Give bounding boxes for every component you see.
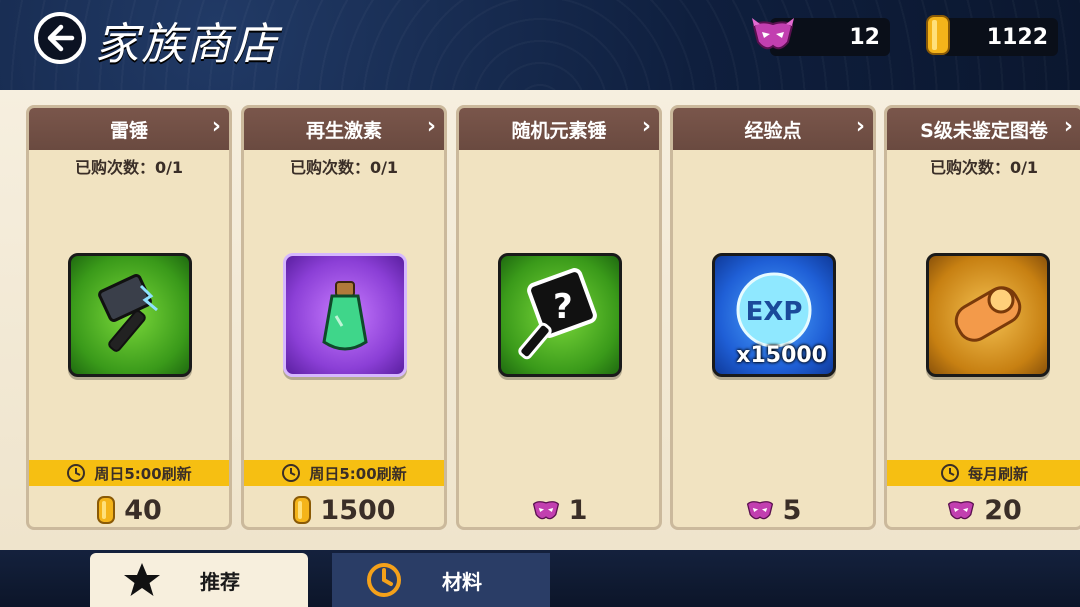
tab-recommend[interactable]: 推荐 <box>90 553 308 607</box>
clock-icon <box>67 464 86 482</box>
back-button[interactable] <box>34 12 86 64</box>
gold-icon <box>293 496 312 524</box>
shop-card-thunder-hammer[interactable]: 雷锤 › 已购次数：0/1 周日5:00刷新 40 <box>26 105 232 530</box>
star-icon <box>124 563 160 596</box>
card-title: 再生激素 <box>305 119 382 142</box>
card-header: S级未鉴定图卷 › <box>887 108 1080 150</box>
gold-icon <box>926 15 950 55</box>
price[interactable]: 40 <box>29 490 229 527</box>
shop-card-regen-hormone[interactable]: 再生激素 › 已购次数：0/1 周日5:00刷新 1500 <box>241 105 447 530</box>
exp-orb-icon: EXP x15000 <box>712 253 836 377</box>
chevron-right-icon: › <box>1063 114 1073 139</box>
card-header: 随机元素锤 › <box>459 108 659 150</box>
price[interactable]: 5 <box>673 490 873 527</box>
chevron-right-icon: › <box>641 114 651 139</box>
chevron-right-icon: › <box>426 114 436 139</box>
clock-icon <box>940 464 959 482</box>
refresh-timer: 每月刷新 <box>887 460 1080 486</box>
clock-icon <box>367 563 401 597</box>
price-value: 40 <box>124 494 162 526</box>
price[interactable]: 20 <box>887 490 1080 527</box>
purchase-count: 已购次数：0/1 <box>74 158 184 177</box>
price[interactable]: 1500 <box>244 490 444 527</box>
price-value: 1 <box>568 494 588 526</box>
tab-label: 材料 <box>442 569 482 594</box>
scroll-icon <box>926 253 1050 377</box>
price-value: 1500 <box>320 494 396 526</box>
purchase-count: 已购次数：0/1 <box>289 158 399 177</box>
page-title: 家族商店 <box>95 19 279 70</box>
mystery-hammer-icon: ? <box>498 253 622 377</box>
card-title: 随机元素锤 <box>511 119 607 142</box>
shop-card-s-scroll[interactable]: S级未鉴定图卷 › 已购次数：0/1 每月刷新 20 <box>884 105 1080 530</box>
clock-icon <box>282 464 301 482</box>
refresh-timer: 周日5:00刷新 <box>244 460 444 486</box>
price-value: 5 <box>782 494 802 526</box>
gold-icon <box>97 496 116 524</box>
refresh-text: 周日5:00刷新 <box>94 464 192 483</box>
card-title: S级未鉴定图卷 <box>920 119 1048 142</box>
card-header: 雷锤 › <box>29 108 229 150</box>
mask-gem-icon <box>948 501 975 520</box>
card-title: 雷锤 <box>109 119 148 142</box>
exp-amount-badge: x15000 <box>736 343 827 368</box>
chevron-right-icon: › <box>855 114 865 139</box>
exp-label: EXP <box>746 297 803 327</box>
gold-counter[interactable]: 1122 <box>926 15 1058 56</box>
price-value: 20 <box>984 494 1022 526</box>
card-header: 经验点 › <box>673 108 873 150</box>
gem-counter[interactable]: 12 <box>752 18 890 56</box>
hammer-icon <box>68 253 192 377</box>
refresh-timer: 周日5:00刷新 <box>29 460 229 486</box>
refresh-text: 每月刷新 <box>967 464 1028 483</box>
shop-card-exp-points[interactable]: 经验点 › EXP x15000 5 <box>670 105 876 530</box>
gem-count: 12 <box>849 24 880 50</box>
purchase-count: 已购次数：0/1 <box>929 158 1039 177</box>
price[interactable]: 1 <box>459 490 659 527</box>
tab-label: 推荐 <box>200 569 240 594</box>
svg-text:?: ? <box>553 287 573 327</box>
mask-gem-icon <box>532 501 559 520</box>
card-title: 经验点 <box>744 119 802 142</box>
mask-gem-icon <box>746 501 773 520</box>
potion-icon <box>283 253 407 377</box>
tab-material[interactable]: 材料 <box>332 553 550 607</box>
chevron-right-icon: › <box>211 114 221 139</box>
shop-card-random-element-hammer[interactable]: 随机元素锤 › ? 1 <box>456 105 662 530</box>
gold-count: 1122 <box>986 24 1048 50</box>
card-header: 再生激素 › <box>244 108 444 150</box>
refresh-text: 周日5:00刷新 <box>309 464 407 483</box>
back-arrow-icon <box>47 24 75 52</box>
mask-gem-icon <box>752 18 794 50</box>
